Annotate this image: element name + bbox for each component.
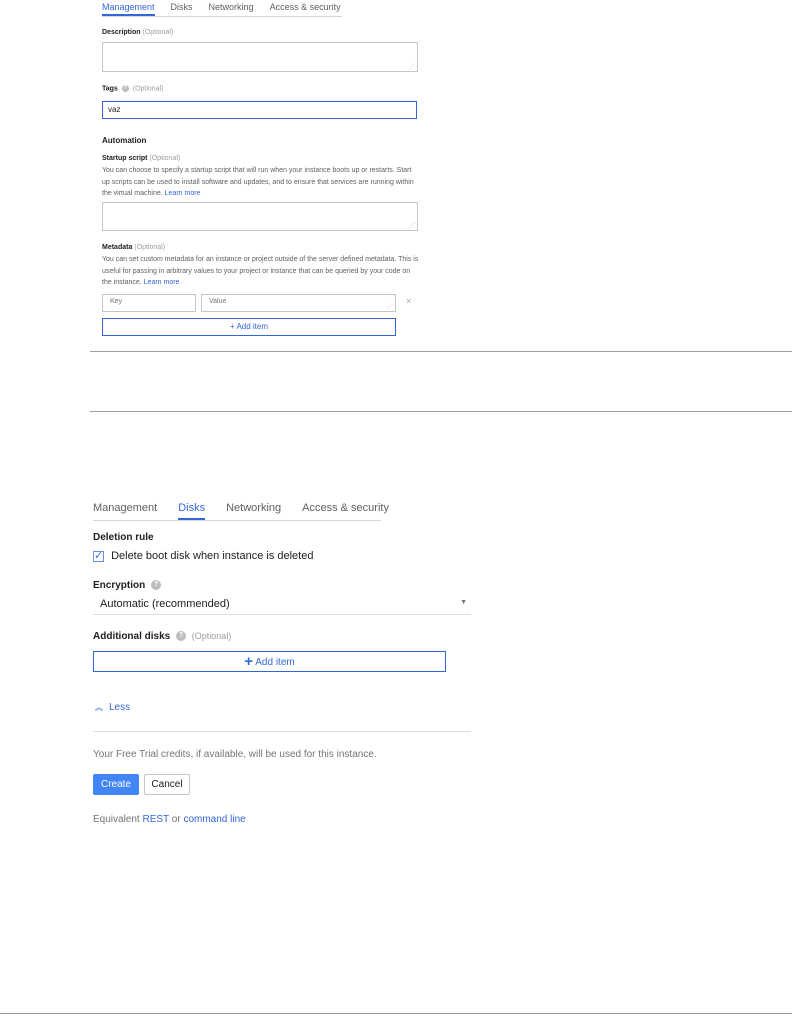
less-toggle[interactable]: ︽ Less <box>95 702 130 713</box>
startup-script-label-text: Startup script <box>102 155 148 162</box>
command-line-link[interactable]: command line <box>183 814 245 825</box>
resize-handle-icon[interactable]: ⋰ <box>387 303 393 310</box>
delete-boot-disk-row[interactable]: ✓ Delete boot disk when instance is dele… <box>93 550 313 562</box>
add-metadata-item-button[interactable]: + Add item <box>102 318 396 336</box>
additional-disks-label-text: Additional disks <box>93 631 171 642</box>
metadata-value-placeholder: Value <box>209 298 227 305</box>
chevron-up-icon: ︽ <box>95 703 103 712</box>
startup-script-desc-text: You can choose to specify a startup scri… <box>102 167 414 197</box>
tab-access-security[interactable]: Access & security <box>302 496 389 520</box>
description-optional: (Optional) <box>142 29 174 36</box>
startup-script-textarea[interactable]: ⋰ <box>102 202 418 231</box>
encryption-label-text: Encryption <box>93 580 146 591</box>
dropdown-arrow-icon: ▼ <box>460 599 467 606</box>
metadata-value-input[interactable]: Value ⋰ <box>201 294 396 312</box>
additional-disks-optional: (Optional) <box>191 631 232 641</box>
checkmark-icon: ✓ <box>94 549 104 562</box>
cancel-button[interactable]: Cancel <box>144 774 190 795</box>
divider <box>90 411 792 412</box>
add-disk-item-button[interactable]: + Add item <box>93 651 446 672</box>
help-icon[interactable]: ? <box>176 631 187 642</box>
tab-management[interactable]: Management <box>93 496 157 520</box>
resize-handle-icon[interactable]: ⋰ <box>409 63 415 70</box>
metadata-key-input[interactable]: Key <box>102 294 196 312</box>
learn-more-link-startup[interactable]: Learn more <box>165 190 201 197</box>
remove-row-close-icon[interactable]: × <box>406 296 411 306</box>
section-divider <box>93 731 471 732</box>
delete-boot-disk-checkbox[interactable]: ✓ <box>93 549 104 562</box>
metadata-label-text: Metadata <box>102 244 133 251</box>
tab-networking[interactable]: Networking <box>226 496 281 520</box>
help-icon[interactable]: ? <box>151 580 162 591</box>
rest-link[interactable]: REST <box>142 814 169 825</box>
startup-script-optional: (Optional) <box>149 155 181 162</box>
equivalent-line: Equivalent REST or command line <box>93 814 246 825</box>
less-label: Less <box>109 702 131 713</box>
delete-boot-disk-label: Delete boot disk when instance is delete… <box>111 550 314 563</box>
tags-label-text: Tags <box>102 85 118 93</box>
tab-disks[interactable]: Disks <box>171 0 193 15</box>
equivalent-text: Equivalent <box>93 814 140 825</box>
add-disk-item-label: Add item <box>255 657 295 668</box>
tab-bar-top: Management Disks Networking Access & sec… <box>102 0 342 17</box>
startup-script-description: You can choose to specify a startup scri… <box>102 165 418 200</box>
encryption-select-value: Automatic (recommended) <box>100 598 230 610</box>
resize-handle-icon[interactable]: ⋰ <box>409 222 415 229</box>
tags-input-value: vaz <box>108 105 121 114</box>
tab-disks[interactable]: Disks <box>178 496 206 520</box>
divider <box>90 351 792 352</box>
deletion-rule-label: Deletion rule <box>93 532 154 543</box>
tab-networking[interactable]: Networking <box>209 0 254 15</box>
encryption-select[interactable]: Automatic (recommended) ▼ <box>93 596 471 615</box>
tags-optional: (Optional) <box>132 85 164 93</box>
or-text: or <box>171 814 181 825</box>
description-label-text: Description <box>102 29 141 36</box>
learn-more-link-metadata[interactable]: Learn more <box>144 279 180 286</box>
help-icon[interactable]: ? <box>121 85 129 92</box>
create-button[interactable]: Create <box>93 774 139 795</box>
metadata-label: Metadata (Optional) <box>102 244 165 251</box>
tab-bar-bottom: Management Disks Networking Access & sec… <box>93 496 389 521</box>
tab-management[interactable]: Management <box>102 0 155 16</box>
metadata-optional: (Optional) <box>134 244 166 251</box>
metadata-key-placeholder: Key <box>110 298 123 305</box>
description-textarea[interactable]: ⋰ <box>102 42 418 72</box>
additional-disks-label: Additional disks ? (Optional) <box>93 631 231 642</box>
startup-script-label: Startup script (Optional) <box>102 155 180 162</box>
metadata-description: You can set custom metadata for an insta… <box>102 254 420 289</box>
tags-label: Tags ? (Optional) <box>102 85 163 92</box>
plus-icon: + <box>244 653 254 670</box>
tags-input[interactable]: vaz <box>102 101 417 119</box>
automation-heading: Automation <box>102 136 147 145</box>
description-label: Description (Optional) <box>102 29 173 36</box>
tab-access-security[interactable]: Access & security <box>270 0 341 15</box>
free-trial-notice: Your Free Trial credits, if available, w… <box>93 749 377 760</box>
bottom-divider <box>0 1013 792 1014</box>
encryption-label: Encryption ? <box>93 580 164 591</box>
